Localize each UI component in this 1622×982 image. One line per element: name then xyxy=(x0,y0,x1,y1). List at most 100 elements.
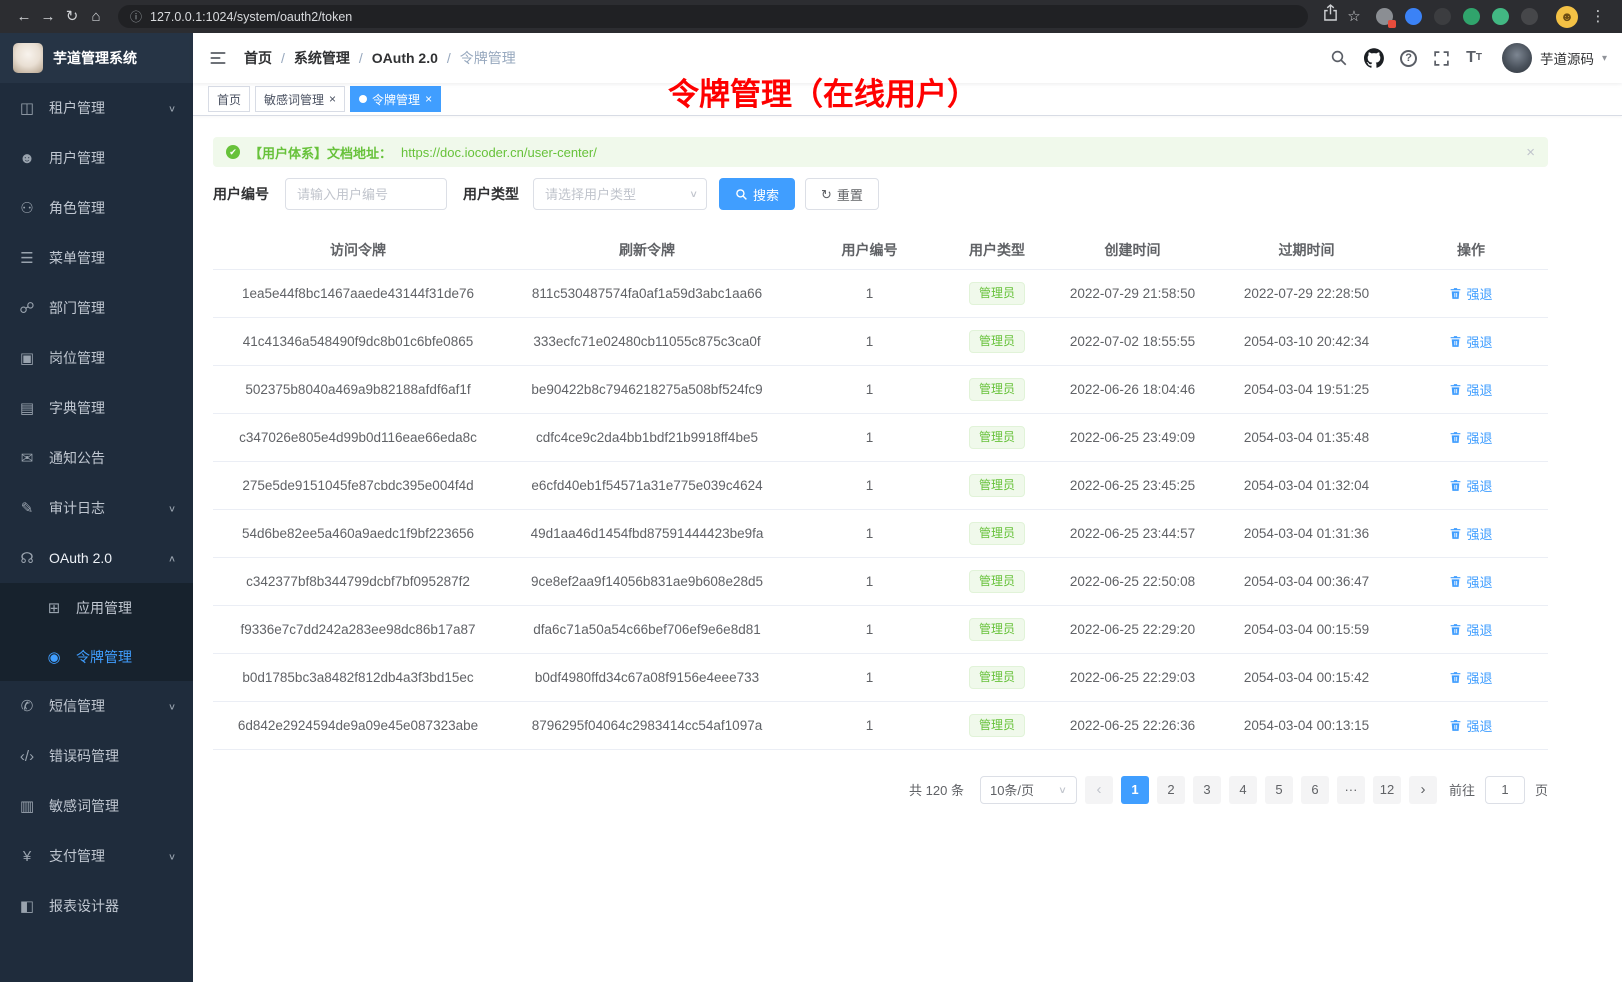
force-logout-button[interactable]: 强退 xyxy=(1449,668,1492,687)
user-type-cell: 管理员 xyxy=(948,365,1046,413)
vue-devtools-icon[interactable] xyxy=(1492,8,1509,25)
force-logout-label: 强退 xyxy=(1466,332,1492,351)
sidebar-item-label: 角色管理 xyxy=(49,198,105,218)
github-icon[interactable] xyxy=(1364,48,1384,68)
trash-icon xyxy=(1449,575,1462,588)
user-icon: ☻ xyxy=(17,150,37,167)
post-icon: ▣ xyxy=(17,349,37,367)
sidebar-item-error-code[interactable]: ‹/›错误码管理 xyxy=(0,731,193,781)
close-tab-icon[interactable]: × xyxy=(329,93,336,105)
page-size-select[interactable]: 10条/页 ∨ xyxy=(980,776,1077,804)
refresh-token-cell: 333ecfc71e02480cb11055c875c3ca0f xyxy=(503,317,791,365)
font-size-icon[interactable]: TT xyxy=(1466,50,1482,66)
extension-icon-charcoal[interactable] xyxy=(1521,8,1538,25)
sidebar-toggle-icon[interactable] xyxy=(208,48,228,68)
reload-icon[interactable]: ↻ xyxy=(60,0,84,33)
sidebar-item-pay[interactable]: ¥支付管理∨ xyxy=(0,831,193,881)
next-page-button[interactable]: › xyxy=(1409,776,1437,804)
force-logout-button[interactable]: 强退 xyxy=(1449,428,1492,447)
chevron-down-icon: ∨ xyxy=(168,851,176,861)
token-table: 访问令牌刷新令牌用户编号用户类型创建时间过期时间操作 1ea5e44f8bc14… xyxy=(213,232,1548,750)
home-icon[interactable]: ⌂ xyxy=(84,0,108,33)
page-button-12[interactable]: 12 xyxy=(1373,776,1401,804)
more-pages-button[interactable]: ··· xyxy=(1337,776,1365,804)
force-logout-button[interactable]: 强退 xyxy=(1449,332,1492,351)
created-at-cell: 2022-06-25 22:29:20 xyxy=(1046,605,1219,653)
tab-sensitive-word[interactable]: 敏感词管理× xyxy=(255,86,345,112)
user-type-badge: 管理员 xyxy=(969,474,1025,497)
extension-icon-green[interactable] xyxy=(1463,8,1480,25)
force-logout-button[interactable]: 强退 xyxy=(1449,572,1492,591)
alert-close-icon[interactable]: × xyxy=(1526,144,1535,161)
extension-icon-blue[interactable] xyxy=(1405,8,1422,25)
fullscreen-icon[interactable] xyxy=(1433,50,1450,67)
user-type-badge: 管理员 xyxy=(969,522,1025,545)
sidebar-item-dict[interactable]: ▤字典管理 xyxy=(0,383,193,433)
user-type-select-input[interactable] xyxy=(533,178,707,210)
doc-link[interactable]: https://doc.iocoder.cn/user-center/ xyxy=(401,145,597,160)
reset-button[interactable]: ↻ 重置 xyxy=(805,178,879,210)
sidebar-item-dept[interactable]: ☍部门管理 xyxy=(0,283,193,333)
browser-menu-icon[interactable]: ⋮ xyxy=(1586,0,1610,33)
force-logout-button[interactable]: 强退 xyxy=(1449,380,1492,399)
access-token-cell: c347026e805e4d99b0d116eae66eda8c xyxy=(213,413,503,461)
sidebar-item-notice[interactable]: ✉通知公告 xyxy=(0,433,193,483)
forward-icon[interactable]: → xyxy=(36,0,60,33)
force-logout-button[interactable]: 强退 xyxy=(1449,620,1492,639)
sidebar-item-report[interactable]: ◧报表设计器 xyxy=(0,881,193,931)
created-at-cell: 2022-06-25 22:26:36 xyxy=(1046,701,1219,749)
sidebar-item-tenant[interactable]: ◫租户管理∨ xyxy=(0,83,193,133)
search-icon[interactable] xyxy=(1330,49,1348,67)
search-button[interactable]: 搜索 xyxy=(719,178,795,210)
column-header-action: 操作 xyxy=(1394,232,1548,269)
user-type-select[interactable]: ∨ xyxy=(533,178,707,210)
bookmark-star-icon[interactable]: ☆ xyxy=(1342,0,1366,33)
sidebar-item-app[interactable]: ⊞应用管理 xyxy=(0,583,193,632)
sidebar-item-user[interactable]: ☻用户管理 xyxy=(0,133,193,183)
page-button-3[interactable]: 3 xyxy=(1193,776,1221,804)
page-button-2[interactable]: 2 xyxy=(1157,776,1185,804)
close-tab-icon[interactable]: × xyxy=(425,93,432,105)
force-logout-button[interactable]: 强退 xyxy=(1449,476,1492,495)
prev-page-button[interactable]: ‹ xyxy=(1085,776,1113,804)
extension-icon-dark[interactable] xyxy=(1434,8,1451,25)
breadcrumb-item[interactable]: 首页 xyxy=(244,48,272,68)
breadcrumb-item[interactable]: 系统管理 xyxy=(294,48,350,68)
page-button-1[interactable]: 1 xyxy=(1121,776,1149,804)
address-bar[interactable]: ⓘ 127.0.0.1:1024/system/oauth2/token xyxy=(118,5,1308,28)
back-icon[interactable]: ← xyxy=(12,0,36,33)
page-button-5[interactable]: 5 xyxy=(1265,776,1293,804)
force-logout-button[interactable]: 强退 xyxy=(1449,524,1492,543)
sidebar-item-sms[interactable]: ✆短信管理∨ xyxy=(0,681,193,731)
oauth-icon: ☊ xyxy=(17,549,37,567)
extensions-area xyxy=(1376,8,1538,25)
sidebar-item-oauth2[interactable]: ☊OAuth 2.0∧ xyxy=(0,533,193,583)
sidebar-item-menu[interactable]: ☰菜单管理 xyxy=(0,233,193,283)
breadcrumb-item[interactable]: OAuth 2.0 xyxy=(372,50,438,66)
help-icon[interactable]: ? xyxy=(1400,50,1417,67)
tab-home[interactable]: 首页 xyxy=(208,86,250,112)
share-icon[interactable] xyxy=(1318,0,1342,33)
goto-page-input[interactable] xyxy=(1485,776,1525,804)
page-button-4[interactable]: 4 xyxy=(1229,776,1257,804)
force-logout-button[interactable]: 强退 xyxy=(1449,716,1492,735)
user-menu[interactable]: 芋道源码 ▾ xyxy=(1502,43,1607,73)
table-row: 1ea5e44f8bc1467aaede43144f31de76811c5304… xyxy=(213,269,1548,317)
browser-toolbar: ← → ↻ ⌂ ⓘ 127.0.0.1:1024/system/oauth2/t… xyxy=(0,0,1622,33)
tab-token[interactable]: 令牌管理× xyxy=(350,86,441,112)
report-designer-icon: ◧ xyxy=(17,897,37,915)
sidebar-item-role[interactable]: ⚇角色管理 xyxy=(0,183,193,233)
user-id-input[interactable] xyxy=(285,178,447,210)
sidebar-item-sensitive-word[interactable]: ▥敏感词管理 xyxy=(0,781,193,831)
app-logo[interactable]: 芋道管理系统 xyxy=(0,33,193,83)
force-logout-button[interactable]: 强退 xyxy=(1449,284,1492,303)
sidebar-item-post[interactable]: ▣岗位管理 xyxy=(0,333,193,383)
sidebar-item-token[interactable]: ◉令牌管理 xyxy=(0,632,193,681)
user-id-cell: 1 xyxy=(791,317,948,365)
sidebar-item-audit-log[interactable]: ✎审计日志∨ xyxy=(0,483,193,533)
extension-icon-gray[interactable] xyxy=(1376,8,1393,25)
site-info-icon[interactable]: ⓘ xyxy=(130,8,142,25)
browser-profile-avatar[interactable]: ☻ xyxy=(1556,6,1578,28)
page-button-6[interactable]: 6 xyxy=(1301,776,1329,804)
expires-at-cell: 2054-03-04 00:15:59 xyxy=(1219,605,1394,653)
